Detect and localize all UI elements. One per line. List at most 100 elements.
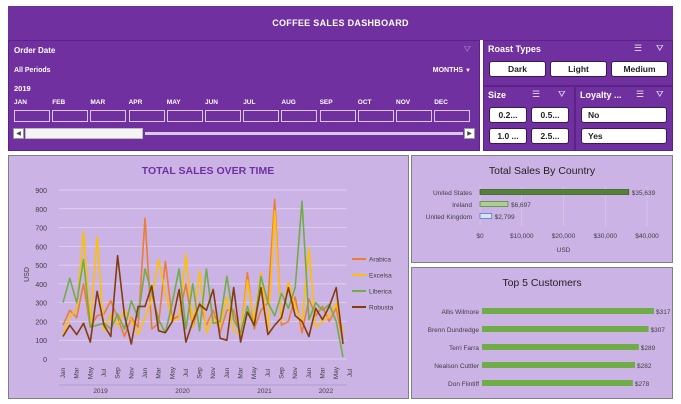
chevron-down-icon: ▼ [465, 68, 471, 74]
size-slicer-title: Size [488, 90, 507, 100]
clear-filter-icon[interactable]: ⛛ [656, 89, 664, 100]
timeline-month-cell[interactable] [434, 110, 471, 122]
y-axis-label: USD [24, 267, 31, 282]
x-month-label: Jan [306, 367, 313, 378]
customer-bar [482, 362, 636, 368]
x-tick-label: $0 [476, 233, 484, 240]
x-month-label: Mar [74, 367, 81, 379]
data-label: $6,697 [511, 202, 531, 209]
timeline-month-cell[interactable] [205, 110, 241, 122]
timeline-label: Order Date [14, 46, 56, 55]
scroll-right-icon[interactable]: ▶ [464, 128, 475, 139]
timeline-month-cell[interactable] [319, 110, 356, 122]
category-label: Terri Farra [449, 345, 479, 352]
clear-filter-icon[interactable]: ⛛ [463, 44, 471, 55]
legend-label: Arabica [369, 257, 391, 264]
timeline-month-cell[interactable] [14, 110, 50, 122]
timeline-month-cell[interactable] [166, 110, 203, 122]
timeline-month-cell[interactable] [243, 110, 280, 122]
customer-bar [482, 380, 633, 386]
loyalty-slicer: Loyalty ... ☰ ⛛ No Yes [575, 86, 673, 151]
sales-over-time-chart[interactable]: TOTAL SALES OVER TIME 0 100 200 300 400 500 600… [8, 155, 409, 399]
multi-select-icon[interactable]: ☰ [636, 89, 644, 100]
category-label: United Kingdom [426, 214, 472, 221]
x-month-label: Jul [265, 368, 272, 377]
x-month-label: Jan [60, 367, 67, 378]
country-bar [479, 213, 493, 219]
timeline-month-cell[interactable] [396, 110, 432, 122]
category-label: Nealson Cuttler [434, 363, 480, 370]
timeline-month-cell[interactable] [52, 110, 89, 122]
legend-label: Excelsa [369, 273, 392, 280]
x-month-label: Sep [197, 367, 204, 379]
y-tick-label: 200 [35, 319, 47, 326]
scroll-thumb[interactable] [25, 128, 143, 139]
timeline-month-label: SEP [319, 99, 333, 106]
x-year-label: 2019 [93, 388, 108, 395]
size-2-5-button[interactable]: 2.5... [531, 128, 569, 144]
dashboard-title: COFFEE SALES DASHBOARD [8, 6, 673, 40]
customers-chart-title: Top 5 Customers [502, 277, 581, 289]
timeline-month-cell[interactable] [281, 110, 318, 122]
timeline-month-label: DEC [434, 99, 448, 106]
clear-filter-icon[interactable]: ⛛ [656, 43, 664, 54]
y-tick-label: 300 [35, 301, 47, 308]
order-date-timeline[interactable]: Order Date ⛛ All Periods MONTHS ▼ 2019 ◀… [8, 40, 480, 151]
loyalty-yes-button[interactable]: Yes [581, 128, 667, 144]
x-year-label: 2022 [319, 388, 334, 395]
x-month-label: Jul [183, 368, 190, 377]
roast-light-button[interactable]: Light [550, 61, 607, 77]
data-label: $2,799 [495, 214, 515, 221]
timeline-month-label: AUG [281, 99, 296, 106]
x-tick-label: $10,000 [510, 233, 534, 240]
scroll-rail [145, 132, 463, 135]
timeline-month-cell[interactable] [357, 110, 394, 122]
timeline-month-label: MAY [166, 99, 181, 106]
data-label: $278 [635, 381, 650, 388]
customer-bar-chart-svg: Top 5 Customers Allis Wilmore $317 Brenn Du… [428, 277, 671, 388]
data-label: $282 [637, 363, 652, 370]
size-0-5-button[interactable]: 0.5... [531, 107, 569, 123]
x-year-label: 2021 [257, 388, 272, 395]
sales-by-country-chart[interactable]: Total Sales By Country $0 $10,000 $20,000 $3… [411, 155, 673, 263]
x-month-label: Mar [320, 367, 327, 379]
x-tick-label: $20,000 [552, 233, 576, 240]
country-bar [479, 201, 509, 207]
customer-bar [482, 344, 639, 350]
timeline-year: 2019 [14, 84, 31, 93]
timeline-month-label: JUN [205, 99, 219, 106]
y-tick-label: 0 [43, 357, 47, 364]
legend-label: Robusta [369, 305, 394, 312]
timeline-month-label: JUL [243, 99, 256, 106]
y-tick-label: 800 [35, 207, 47, 214]
country-chart-title: Total Sales By Country [489, 165, 596, 177]
x-month-label: Jan [224, 367, 231, 378]
scroll-left-icon[interactable]: ◀ [13, 128, 24, 139]
roast-dark-button[interactable]: Dark [489, 61, 546, 77]
timeline-month-cell[interactable] [90, 110, 127, 122]
category-label: Don Flintiff [448, 381, 479, 388]
data-label: $35,639 [632, 190, 656, 197]
multi-select-icon[interactable]: ☰ [634, 43, 642, 54]
x-month-label: Nov [128, 366, 135, 378]
series-line-liberica [62, 200, 344, 358]
multi-select-icon[interactable]: ☰ [532, 89, 540, 100]
x-month-label: Mar [156, 367, 163, 379]
timeline-month-label: FEB [52, 99, 66, 106]
timeline-month-cell[interactable] [128, 110, 165, 122]
category-label: Brenn Dundredge [428, 327, 480, 334]
clear-filter-icon[interactable]: ⛛ [558, 89, 566, 100]
y-tick-label: 100 [35, 338, 47, 345]
size-1-0-button[interactable]: 1.0 ... [489, 128, 527, 144]
size-0-2-button[interactable]: 0.2... [489, 107, 527, 123]
country-bar-chart-svg: Total Sales By Country $0 $10,000 $20,000 $3… [426, 165, 659, 254]
x-month-label: Jul [347, 368, 354, 377]
roast-medium-button[interactable]: Medium [611, 61, 668, 77]
x-month-label: Mar [238, 367, 245, 379]
loyalty-no-button[interactable]: No [581, 107, 667, 123]
y-tick-label: 700 [35, 226, 47, 233]
timeline-level-dropdown[interactable]: MONTHS ▼ [433, 67, 471, 74]
timeline-month-label: JAN [14, 99, 28, 106]
top-customers-chart[interactable]: Top 5 Customers Allis Wilmore $317 Brenn Du… [411, 267, 673, 399]
x-axis-label: USD [557, 247, 571, 254]
